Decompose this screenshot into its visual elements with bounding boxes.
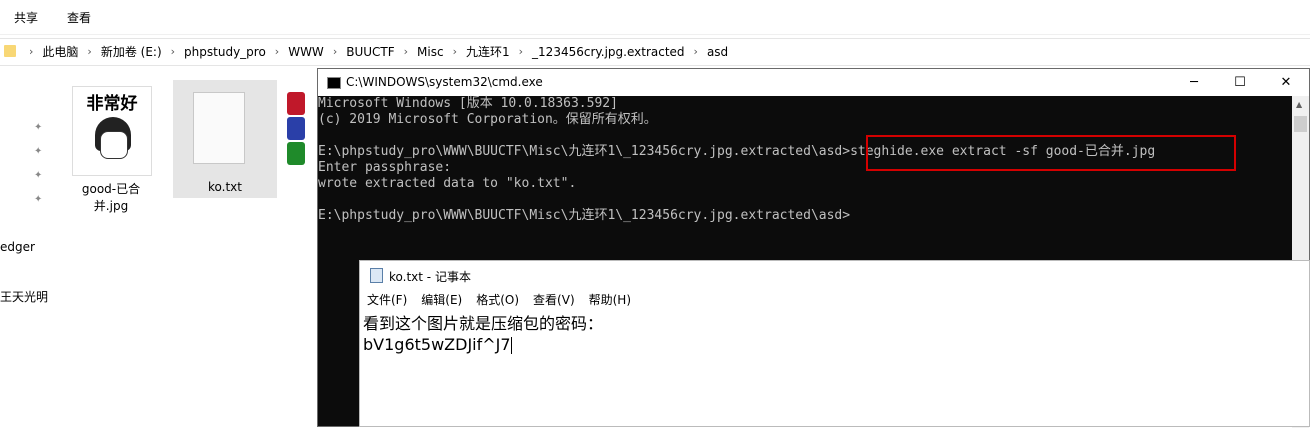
menu-view[interactable]: 查看(V) xyxy=(533,289,575,311)
text-line: bV1g6t5wZDJif^J7 xyxy=(363,335,511,354)
archive-icon xyxy=(287,142,305,165)
tab-view[interactable]: 查看 xyxy=(67,9,91,26)
chevron-right-icon: › xyxy=(452,45,457,58)
chevron-right-icon: › xyxy=(403,45,409,58)
archive-icon xyxy=(287,117,305,140)
notepad-window[interactable]: ko.txt - 记事本 文件(F) 编辑(E) 格式(O) 查看(V) 帮助(… xyxy=(359,260,1310,427)
notepad-icon xyxy=(370,268,383,283)
scrollbar-thumb[interactable] xyxy=(1294,116,1307,132)
text-caret xyxy=(510,337,512,354)
folder-icon xyxy=(4,45,16,57)
breadcrumb-item[interactable]: 此电脑 xyxy=(42,39,78,65)
face-shape xyxy=(100,131,128,159)
terminal-icon xyxy=(327,77,341,89)
notepad-title: ko.txt - 记事本 xyxy=(389,270,471,284)
maximize-icon[interactable]: ☐ xyxy=(1217,69,1263,96)
address-bar[interactable]: › 此电脑 › 新加卷 (E:) › phpstudy_pro › WWW › … xyxy=(0,38,1310,66)
explorer-ribbon: 共享 查看 xyxy=(0,0,1310,35)
chevron-right-icon: › xyxy=(274,45,280,58)
chevron-right-icon: › xyxy=(693,45,698,58)
chevron-right-icon: › xyxy=(332,45,338,58)
cmd-title: C:\WINDOWS\system32\cmd.exe xyxy=(346,75,543,89)
notepad-menu-bar: 文件(F) 编辑(E) 格式(O) 查看(V) 帮助(H) xyxy=(360,289,1309,311)
pin-icon: ✦ xyxy=(34,170,43,181)
breadcrumb-item[interactable]: _123456cry.jpg.extracted xyxy=(532,39,685,65)
chevron-right-icon: › xyxy=(170,45,176,58)
breadcrumb-item[interactable]: WWW xyxy=(288,39,324,65)
navigation-pane: ✦ ✦ ✦ ✦ edger 王天光明 xyxy=(0,66,60,427)
highlight-box xyxy=(866,135,1236,171)
image-thumbnail[interactable]: 非常好 xyxy=(72,86,152,176)
cmd-line: (c) 2019 Microsoft Corporation。保留所有权利。 xyxy=(318,112,657,127)
text-file-icon xyxy=(193,92,245,164)
archive-icon xyxy=(287,92,305,115)
pin-icon: ✦ xyxy=(34,122,43,133)
notepad-title-bar[interactable]: ko.txt - 记事本 xyxy=(360,261,1309,289)
cmd-line xyxy=(318,192,1278,208)
breadcrumb-item[interactable]: 九连环1 xyxy=(466,39,510,65)
text-line: 看到这个图片就是压缩包的密码： xyxy=(363,314,604,333)
chevron-right-icon: › xyxy=(518,45,524,58)
notepad-editor[interactable]: 看到这个图片就是压缩包的密码： bV1g6t5wZDJif^J7 xyxy=(363,313,603,355)
breadcrumb-item[interactable]: BUUCTF xyxy=(346,39,394,65)
chevron-right-icon: › xyxy=(87,45,92,58)
minimize-icon[interactable]: ─ xyxy=(1171,69,1217,96)
cmd-title-bar[interactable]: C:\WINDOWS\system32\cmd.exe ─ ☐ ✕ xyxy=(318,69,1309,96)
breadcrumb-item[interactable]: 新加卷 (E:) xyxy=(101,39,162,65)
file-label[interactable]: ko.txt xyxy=(173,180,277,194)
file-label[interactable]: good-已合并.jpg xyxy=(70,180,152,214)
pin-icon: ✦ xyxy=(34,146,43,157)
pin-icon: ✦ xyxy=(34,194,43,205)
menu-edit[interactable]: 编辑(E) xyxy=(421,289,462,311)
breadcrumb: › 此电脑 › 新加卷 (E:) › phpstudy_pro › WWW › … xyxy=(20,39,728,65)
cmd-line: Microsoft Windows [版本 10.0.18363.592] xyxy=(318,96,618,111)
breadcrumb-item[interactable]: asd xyxy=(707,39,728,65)
cmd-line: E:\phpstudy_pro\WWW\BUUCTF\Misc\九连环1\_12… xyxy=(318,208,851,223)
menu-help[interactable]: 帮助(H) xyxy=(589,289,631,311)
close-icon[interactable]: ✕ xyxy=(1263,69,1309,96)
scroll-up-icon[interactable]: ▲ xyxy=(1296,100,1302,109)
menu-format[interactable]: 格式(O) xyxy=(476,289,519,311)
menu-file[interactable]: 文件(F) xyxy=(367,289,407,311)
nav-item[interactable]: 王天光明 xyxy=(0,288,48,305)
breadcrumb-item[interactable]: phpstudy_pro xyxy=(184,39,266,65)
nav-item[interactable]: edger xyxy=(0,240,35,254)
thumbnail-caption: 非常好 xyxy=(86,94,138,114)
cmd-line: wrote extracted data to "ko.txt". xyxy=(318,176,577,191)
tab-share[interactable]: 共享 xyxy=(14,9,38,26)
chevron-right-icon: › xyxy=(29,45,34,58)
breadcrumb-item[interactable]: Misc xyxy=(417,39,444,65)
